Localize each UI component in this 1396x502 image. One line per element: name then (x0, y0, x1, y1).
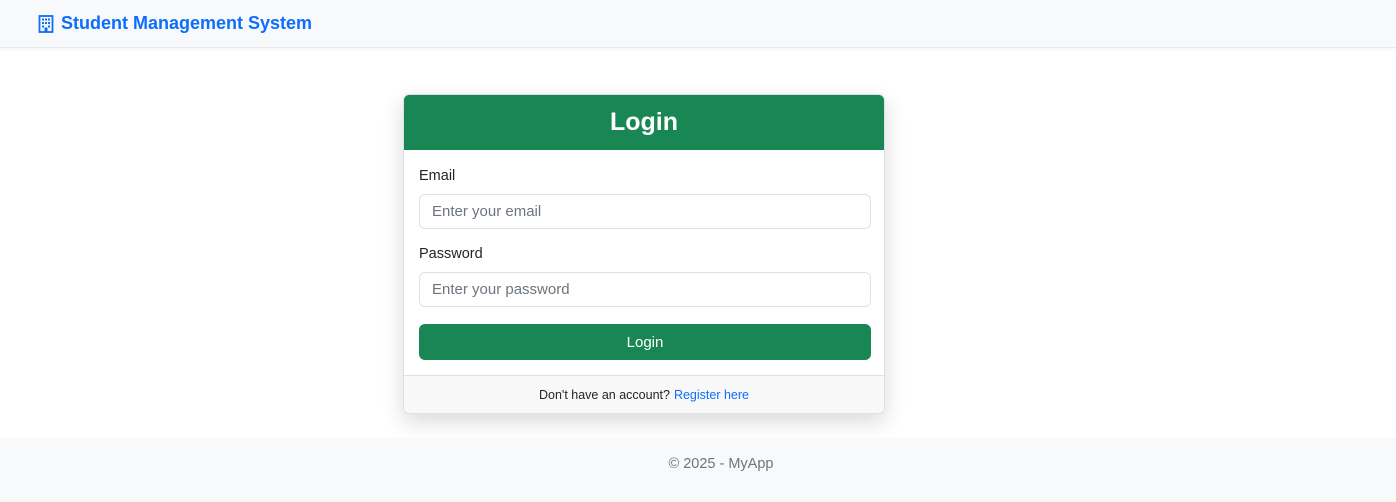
email-label: Email (419, 168, 456, 184)
login-card-header: Login (404, 95, 884, 150)
login-title: Login (609, 108, 679, 136)
login-card: Login Email Password Login Don't have an… (403, 94, 885, 414)
email-field[interactable] (419, 194, 871, 229)
password-field[interactable] (419, 272, 871, 307)
brand-text: Student Management System (61, 13, 313, 33)
password-group: Password (419, 246, 871, 307)
login-button[interactable]: Login (419, 324, 871, 360)
copyright-text: © 2025 - MyApp (668, 456, 774, 472)
building-icon (38, 14, 54, 33)
brand-link[interactable]: Student Management System (38, 13, 312, 34)
page-footer: © 2025 - MyApp (0, 438, 1396, 502)
password-label: Password (419, 246, 483, 262)
login-form: Email Password Login (404, 150, 884, 360)
navbar: Student Management System (0, 0, 1396, 48)
register-prompt: Don't have an account? (539, 387, 670, 402)
email-group: Email (419, 168, 871, 229)
login-card-footer: Don't have an account? Register here (404, 375, 884, 413)
register-link[interactable]: Register here (674, 388, 749, 402)
